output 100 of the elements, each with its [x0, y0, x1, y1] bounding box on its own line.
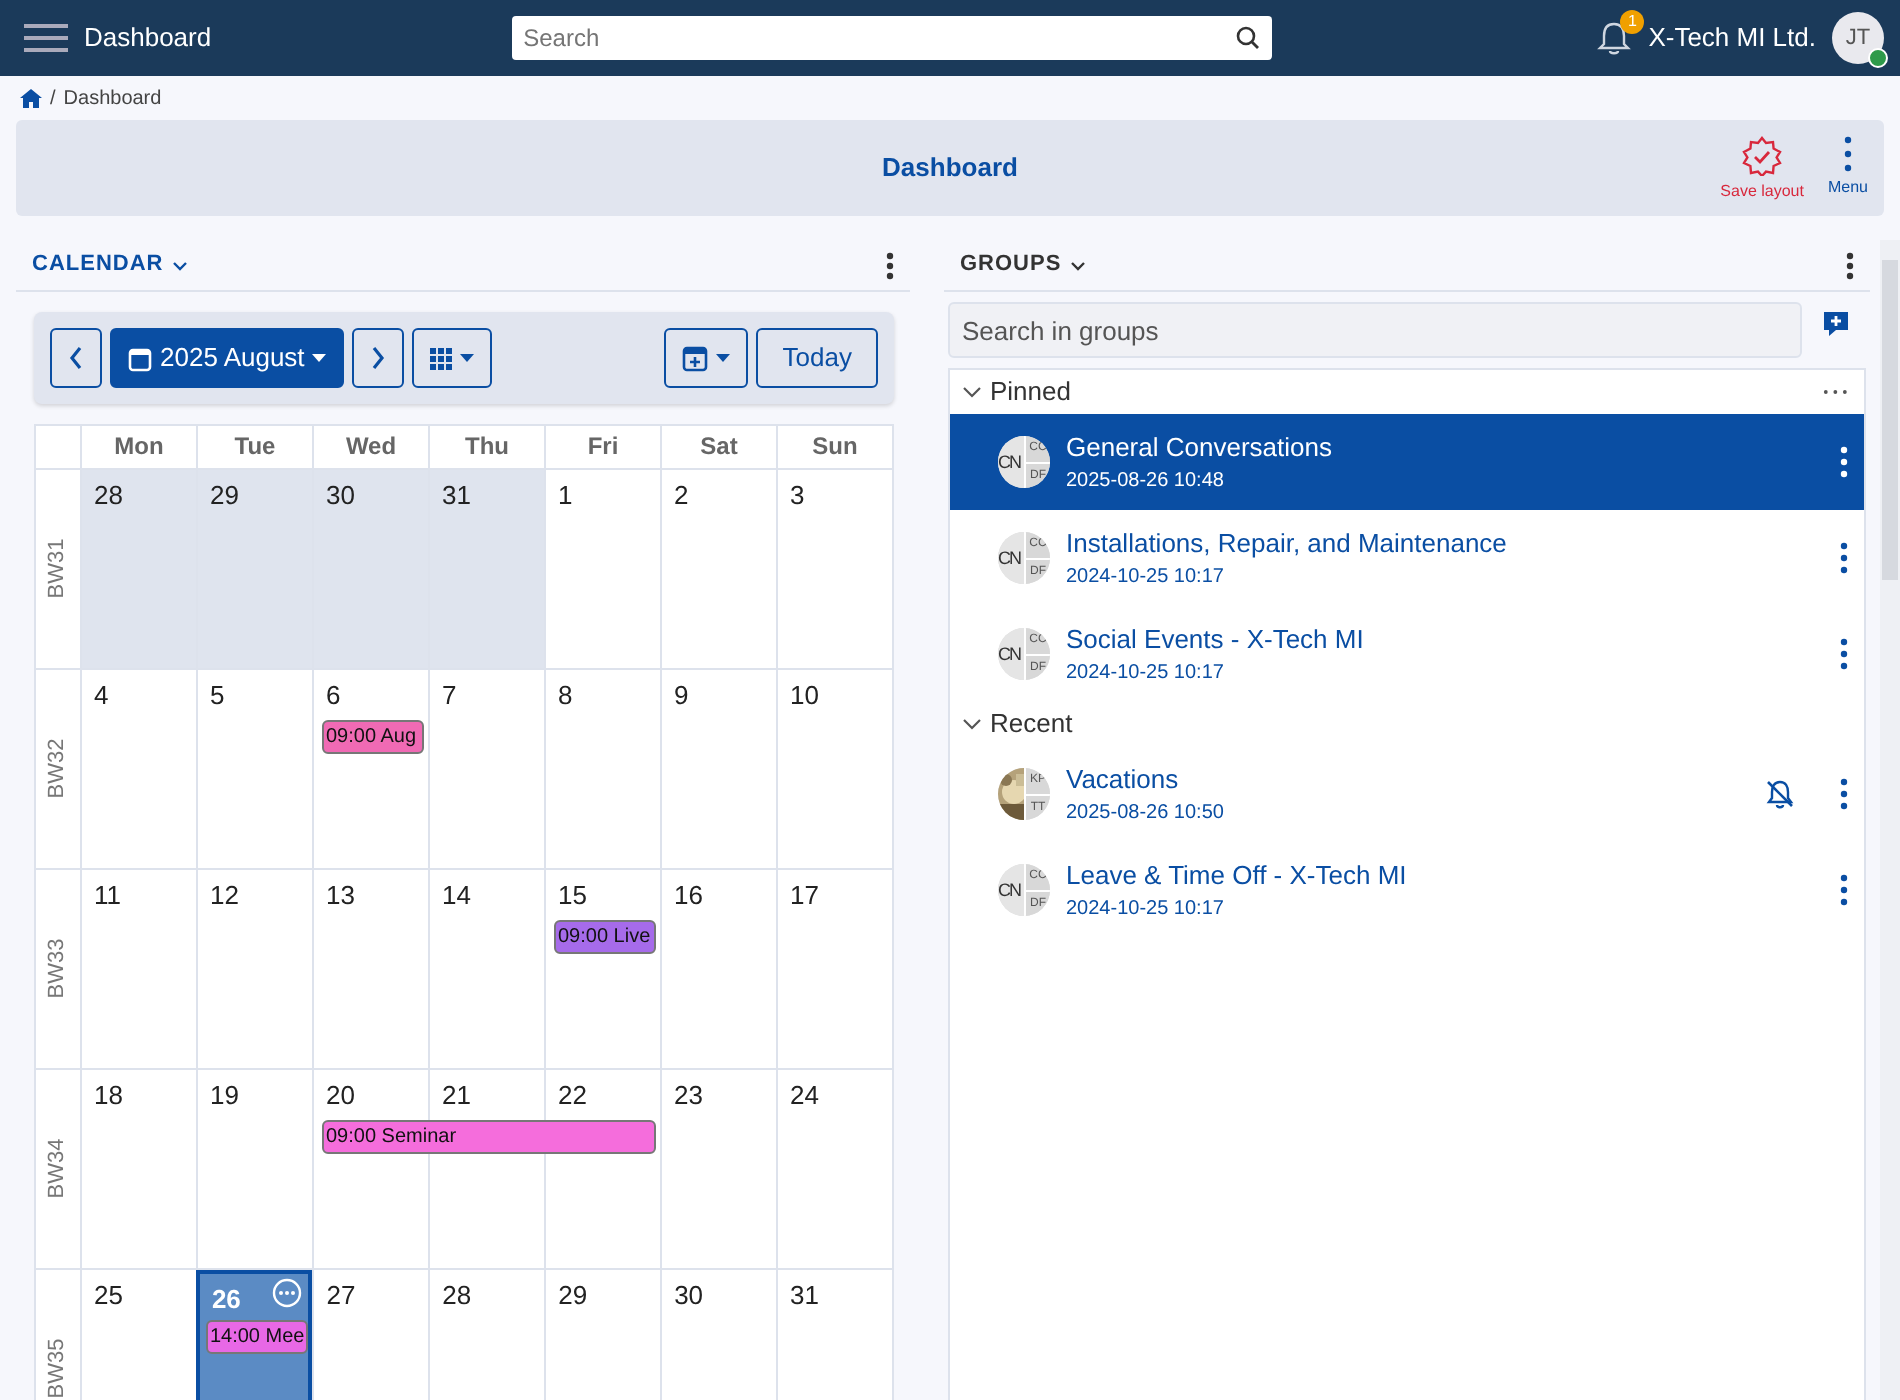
day-cell[interactable]: 18: [80, 1070, 196, 1268]
menu-button[interactable]: Menu: [1827, 136, 1868, 204]
day-cell[interactable]: 31: [776, 1270, 892, 1400]
breadcrumb-item[interactable]: Dashboard: [63, 83, 162, 113]
day-cell[interactable]: 19: [196, 1070, 312, 1268]
day-cell[interactable]: 23: [660, 1070, 776, 1268]
day-cell[interactable]: 31: [428, 470, 544, 668]
day-cell[interactable]: 8: [544, 670, 660, 868]
week-number: BW31: [43, 539, 72, 599]
home-icon[interactable]: [20, 88, 42, 108]
day-cell[interactable]: 11: [80, 870, 196, 1068]
bell-slash-icon[interactable]: [1764, 778, 1796, 810]
day-number: 7: [442, 680, 457, 710]
menu-icon[interactable]: [24, 22, 68, 54]
new-chat-icon[interactable]: [1822, 310, 1850, 338]
week-number: BW35: [43, 1339, 72, 1399]
day-cell[interactable]: 24: [776, 1070, 892, 1268]
day-number: 24: [790, 1080, 819, 1110]
day-cell[interactable]: 28: [80, 470, 196, 668]
day-cell[interactable]: 17: [776, 870, 892, 1068]
day-cell[interactable]: 16: [660, 870, 776, 1068]
weekday-header: Sat: [660, 426, 776, 468]
section-header[interactable]: Recent: [950, 702, 1864, 746]
add-event-button[interactable]: [664, 328, 749, 388]
day-cell[interactable]: 10: [776, 670, 892, 868]
breadcrumb-separator: /: [50, 85, 56, 113]
day-cell[interactable]: 14: [428, 870, 544, 1068]
group-name: Vacations: [1066, 761, 1181, 798]
month-picker-button[interactable]: 2025 August: [110, 328, 345, 388]
day-number: 14: [442, 880, 471, 910]
group-date: 2024-10-25 10:17: [1066, 660, 1226, 689]
view-switch-button[interactable]: [412, 328, 493, 388]
group-name: Installations, Repair, and Maintenance: [1066, 525, 1509, 562]
caret-icon: [460, 354, 475, 362]
day-cell[interactable]: 13: [312, 870, 428, 1068]
day-cell[interactable]: 30: [312, 470, 428, 668]
day-number: 4: [94, 680, 109, 710]
calendar-event[interactable]: 09:00 Seminar: [322, 1120, 656, 1154]
day-number: 9: [674, 680, 689, 710]
weekday-header: Mon: [80, 426, 196, 468]
day-number: 29: [558, 1280, 588, 1310]
day-cell[interactable]: 12: [196, 870, 312, 1068]
day-number: 31: [790, 1280, 819, 1310]
more-icon[interactable]: [1840, 446, 1848, 478]
more-icon[interactable]: [1846, 251, 1854, 279]
more-icon[interactable]: [1840, 542, 1848, 574]
caret-icon: [716, 354, 731, 362]
save-layout-button[interactable]: Save layout: [1720, 136, 1804, 204]
chevron-right-icon: [370, 346, 387, 370]
previous-button[interactable]: [50, 328, 102, 388]
more-icon[interactable]: [1840, 638, 1848, 670]
day-number: 11: [94, 880, 121, 910]
day-cell[interactable]: 2: [660, 470, 776, 668]
day-cell[interactable]: 4: [80, 670, 196, 868]
more-icon: [1843, 136, 1852, 172]
groups-title[interactable]: GROUPS: [960, 248, 1086, 282]
calendar-title[interactable]: CALENDAR: [32, 248, 188, 282]
group-date: 2024-10-25 10:17: [1066, 896, 1226, 925]
day-cell[interactable]: 7: [428, 670, 544, 868]
week-number: BW33: [43, 939, 72, 999]
day-cell[interactable]: 28: [428, 1270, 545, 1400]
bell-icon[interactable]: [1596, 20, 1633, 56]
day-number: 25: [94, 1280, 123, 1310]
day-cell[interactable]: 30: [660, 1270, 777, 1400]
weekday-header: Fri: [544, 426, 660, 468]
section-header[interactable]: Pinned: [950, 370, 1822, 414]
page-title: Dashboard: [882, 150, 1018, 187]
day-cell[interactable]: 29: [544, 1270, 661, 1400]
day-number: 8: [558, 680, 573, 710]
calendar-event[interactable]: 09:00 Live: [554, 920, 656, 954]
scrollbar-thumb[interactable]: [1882, 260, 1898, 580]
calendar-event[interactable]: 09:00 Aug: [322, 720, 424, 754]
day-number: 30: [326, 480, 355, 510]
today-button[interactable]: Today: [756, 328, 878, 388]
user-avatar[interactable]: JT: [1832, 12, 1884, 64]
day-number: 19: [210, 1080, 239, 1110]
weekday-header: Sun: [776, 426, 892, 468]
group-name: General Conversations: [1066, 429, 1334, 466]
search-field[interactable]: Search: [511, 16, 1272, 60]
day-number: 22: [558, 1080, 587, 1110]
more-icon[interactable]: [1840, 778, 1848, 810]
more-icon[interactable]: [886, 251, 894, 279]
day-number: 1: [558, 480, 573, 510]
day-cell[interactable]: 9: [660, 670, 776, 868]
chevron-down-icon: [962, 716, 982, 732]
day-cell[interactable]: 29: [196, 470, 312, 668]
more-icon[interactable]: [1821, 388, 1848, 396]
day-cell[interactable]: 1: [544, 470, 660, 668]
day-cell[interactable]: 3: [776, 470, 892, 668]
group-name: Social Events - X-Tech MI: [1066, 621, 1366, 658]
weekday-header: Wed: [312, 426, 428, 468]
calendar-event[interactable]: 14:00 Mee: [205, 1320, 309, 1354]
next-button[interactable]: [352, 328, 405, 388]
day-cell[interactable]: 5: [196, 670, 312, 868]
day-number: 6: [326, 680, 341, 710]
search-field[interactable]: Search in groups: [948, 302, 1802, 358]
day-cell[interactable]: 27: [312, 1270, 429, 1400]
more-icon[interactable]: [1840, 874, 1848, 906]
search-icon[interactable]: [1235, 26, 1260, 50]
day-number: 18: [94, 1080, 123, 1110]
